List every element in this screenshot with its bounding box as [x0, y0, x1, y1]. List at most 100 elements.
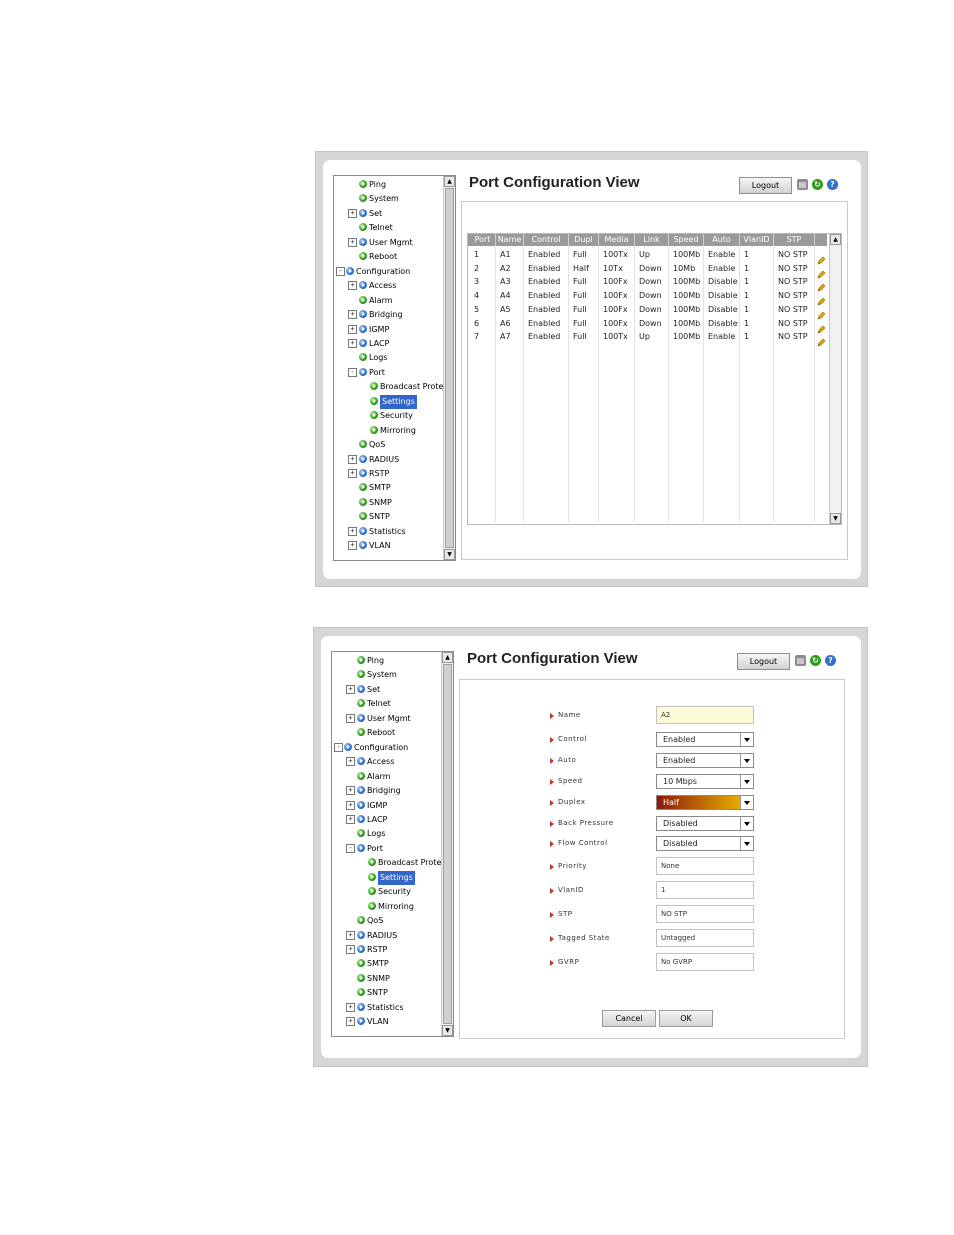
help-icon[interactable]: ?: [825, 655, 836, 666]
column-header[interactable]: Link: [635, 234, 669, 246]
expand-icon[interactable]: +: [346, 713, 355, 723]
edit-pencil-icon[interactable]: [817, 332, 826, 347]
expand-icon[interactable]: +: [348, 454, 357, 464]
expand-icon[interactable]: +: [346, 1002, 355, 1012]
column-header[interactable]: Media: [599, 234, 635, 246]
field-select[interactable]: Disabled: [656, 816, 754, 831]
node-bullet-icon: [359, 324, 367, 333]
expand-icon[interactable]: +: [346, 945, 355, 954]
edit-pencil-icon[interactable]: [817, 305, 826, 320]
edit-pencil-icon[interactable]: [817, 291, 826, 306]
cancel-button[interactable]: Cancel: [602, 1010, 656, 1027]
field-input[interactable]: A2: [656, 706, 754, 724]
field-label: Back Pressure: [558, 819, 614, 827]
column-header[interactable]: STP: [774, 234, 815, 246]
column-header[interactable]: VlanID: [740, 234, 774, 246]
field-select[interactable]: Disabled: [656, 836, 754, 851]
tree-scrollbar[interactable]: ▲ ▼: [443, 176, 455, 560]
column-header[interactable]: Port: [470, 234, 496, 246]
expand-icon[interactable]: +: [348, 338, 357, 348]
logout-button[interactable]: Logout: [739, 177, 792, 194]
table-cell: NO STP: [778, 291, 808, 301]
expand-icon[interactable]: +: [348, 526, 357, 536]
scroll-down-button[interactable]: ▼: [830, 513, 841, 524]
collapse-icon[interactable]: -: [336, 266, 345, 276]
column-header[interactable]: Control: [524, 234, 569, 246]
expand-icon[interactable]: +: [348, 324, 357, 334]
collapse-icon[interactable]: -: [346, 843, 355, 853]
app-panel: Ping System + Set Telnet + User Mgmt Reboot - Con…: [323, 160, 861, 579]
table-cell: NO STP: [778, 277, 808, 287]
field-select[interactable]: Enabled: [656, 732, 754, 747]
column-header[interactable]: Name: [496, 234, 524, 246]
expand-icon[interactable]: +: [348, 237, 357, 247]
table-cell: Down: [639, 304, 662, 314]
edit-pencil-icon[interactable]: [817, 319, 826, 333]
scroll-up-button[interactable]: ▲: [444, 176, 455, 187]
scroll-thumb[interactable]: [443, 664, 452, 1024]
scroll-thumb[interactable]: [445, 188, 454, 548]
print-icon[interactable]: ▤: [797, 179, 808, 190]
node-bullet-icon: [357, 684, 365, 693]
logout-button[interactable]: Logout: [737, 653, 790, 670]
table-cell: Full: [573, 318, 587, 328]
collapse-icon[interactable]: -: [334, 742, 343, 752]
expand-icon[interactable]: +: [346, 930, 355, 940]
table-cell: Enable: [708, 250, 736, 259]
column-header[interactable]: Auto: [704, 234, 740, 246]
tree-item-label: Logs: [367, 829, 386, 839]
expand-icon[interactable]: +: [346, 814, 355, 824]
scroll-up-button[interactable]: ▲: [830, 234, 841, 245]
expand-icon[interactable]: +: [348, 469, 357, 478]
scroll-down-button[interactable]: ▼: [442, 1025, 453, 1036]
expand-icon[interactable]: +: [348, 281, 357, 291]
edit-pencil-icon[interactable]: [817, 277, 826, 292]
chevron-down-icon[interactable]: [740, 775, 753, 788]
collapse-icon[interactable]: -: [348, 367, 357, 377]
table-cell: Enabled: [528, 250, 561, 259]
table-cell: 1: [744, 277, 750, 287]
edit-pencil-icon[interactable]: [817, 264, 826, 279]
column-header[interactable]: Speed: [669, 234, 704, 246]
column-header[interactable]: Dupl: [569, 234, 599, 246]
field-select[interactable]: Half: [656, 795, 754, 810]
tree-scrollbar[interactable]: ▲ ▼: [441, 652, 453, 1036]
table-cell: 4: [474, 291, 480, 301]
refresh-icon[interactable]: ↻: [812, 179, 823, 190]
table-scrollbar[interactable]: ▲ ▼: [829, 234, 841, 524]
field-label: Priority: [558, 862, 587, 870]
chevron-down-icon[interactable]: [740, 733, 753, 746]
chevron-down-icon[interactable]: [740, 754, 753, 767]
print-icon[interactable]: ▤: [795, 655, 806, 666]
expand-icon[interactable]: +: [346, 786, 355, 796]
node-bullet-icon: [357, 728, 365, 737]
edit-pencil-icon[interactable]: [817, 250, 826, 265]
field-select[interactable]: 10 Mbps: [656, 774, 754, 789]
field-input[interactable]: NO STP: [656, 905, 754, 923]
field-input[interactable]: None: [656, 857, 754, 875]
scroll-down-button[interactable]: ▼: [444, 549, 455, 560]
expand-icon[interactable]: +: [346, 1017, 355, 1027]
ok-button[interactable]: OK: [659, 1010, 713, 1027]
expand-icon[interactable]: +: [348, 541, 357, 551]
field-select[interactable]: Enabled: [656, 753, 754, 768]
chevron-down-icon[interactable]: [740, 796, 753, 809]
node-bullet-icon: [357, 988, 365, 997]
help-icon[interactable]: ?: [827, 179, 838, 190]
table-cell: Full: [573, 332, 587, 342]
field-input[interactable]: Untagged: [656, 929, 754, 947]
scroll-up-button[interactable]: ▲: [442, 652, 453, 663]
field-bullet-icon: [550, 888, 554, 894]
field-input[interactable]: 1: [656, 881, 754, 899]
field-input[interactable]: No GVRP: [656, 953, 754, 971]
chevron-down-icon[interactable]: [740, 817, 753, 830]
expand-icon[interactable]: +: [346, 757, 355, 767]
expand-icon[interactable]: +: [348, 310, 357, 320]
chevron-down-icon[interactable]: [740, 837, 753, 850]
table-cell: NO STP: [778, 304, 808, 314]
table-cell: Full: [573, 291, 587, 301]
expand-icon[interactable]: +: [346, 800, 355, 810]
expand-icon[interactable]: +: [346, 684, 355, 694]
refresh-icon[interactable]: ↻: [810, 655, 821, 666]
expand-icon[interactable]: +: [348, 208, 357, 218]
